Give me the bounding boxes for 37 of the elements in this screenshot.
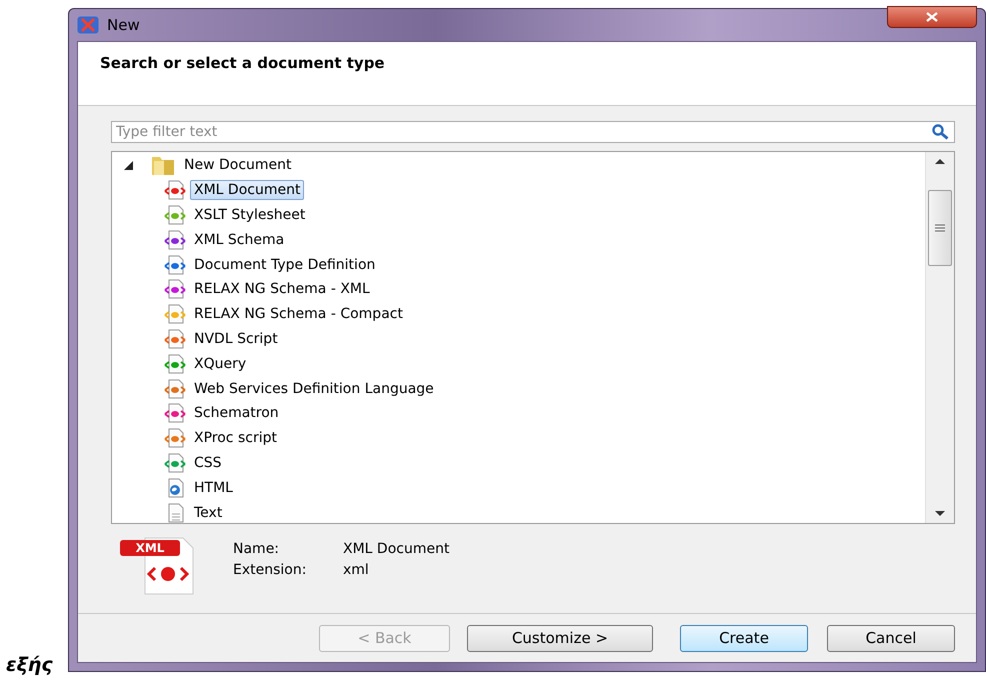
name-value: XML Document [343,540,450,559]
close-icon [925,12,939,22]
tree-item[interactable]: HTML [190,478,237,498]
collapse-icon[interactable] [122,159,134,172]
tree-item[interactable]: RELAX NG Schema - XML [190,279,374,300]
page-text: εξής [6,654,53,676]
tree-item[interactable]: Schematron [190,403,283,424]
search-icon [931,124,951,140]
tree-item[interactable]: Web Services Definition Language [190,378,438,399]
name-label: Name: [233,540,280,559]
grip-icon [935,224,945,232]
scroll-down-icon [935,511,945,517]
filter-field[interactable]: Type filter text [111,121,955,143]
tree-item[interactable]: XML Schema [190,230,288,250]
scroll-up-icon [935,158,945,164]
dialog-button[interactable]: Cancel [827,624,955,652]
scroll-thumb[interactable] [928,190,952,266]
tree-item[interactable]: NVDL Script [190,328,282,349]
app-icon [77,16,99,34]
tree-item[interactable]: RELAX NG Schema - Compact [190,304,407,324]
extension-label: Extension: [233,561,308,580]
tree-item[interactable]: XSLT Stylesheet [190,204,310,225]
extension-value: xml [343,561,370,580]
tree-item[interactable]: CSS [190,452,226,473]
window-title: New [107,16,140,34]
scrollbar[interactable] [925,152,954,523]
dialog-heading: Search or select a document type [100,54,385,72]
tree-item[interactable]: XQuery [190,354,250,374]
folder-icon [150,154,176,176]
tree-item[interactable]: Document Type Definition [190,254,380,275]
tree-item[interactable]: XProc script [190,428,281,448]
dialog-button[interactable]: Customize > [467,624,653,652]
dialog-button[interactable]: Create [680,624,808,652]
tree-item[interactable]: New Document [180,155,296,176]
close-button[interactable] [887,6,977,28]
tree-item[interactable]: XML Document [190,180,304,200]
tree-item[interactable]: Text [190,502,226,523]
